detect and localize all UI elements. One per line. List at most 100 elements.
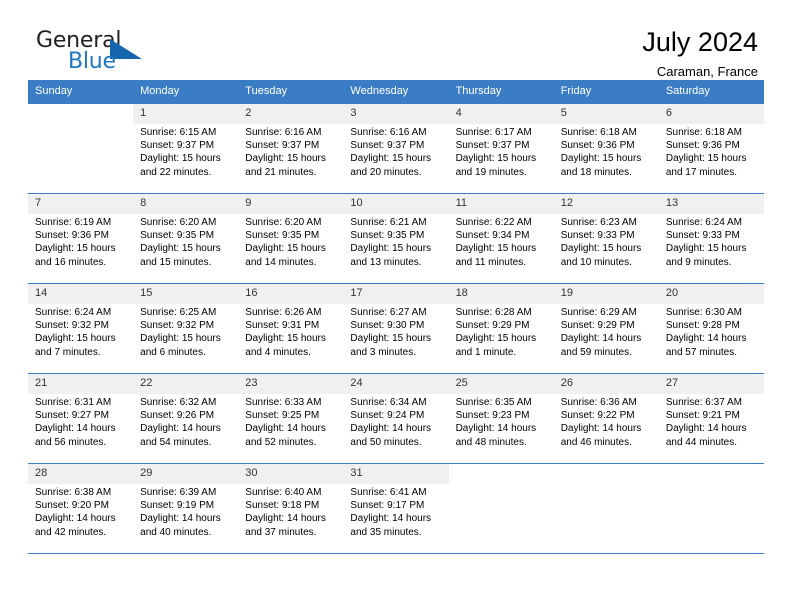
daylight-text-line2: and 17 minutes.: [665, 166, 738, 178]
daylight-text-line2: and 52 minutes.: [245, 436, 317, 448]
daylight-text-line2: and 19 minutes.: [455, 166, 527, 178]
calendar-day-cell[interactable]: 21 Sunrise: 6:31 AM Sunset: 9:27 PM Dayligh…: [28, 373, 134, 464]
day-number: 11: [448, 194, 554, 214]
day-number: 15: [133, 284, 239, 304]
day-details: [28, 124, 133, 126]
daylight-text-line1: Daylight: 15 hours: [245, 243, 326, 255]
day-details: Sunrise: 6:17 AM Sunset: 9:37 PM Daylight:…: [449, 124, 554, 179]
weekday-header-friday: Friday: [553, 80, 659, 104]
sunset-text: Sunset: 9:18 PM: [245, 500, 320, 512]
general-blue-logo: General Blue: [36, 26, 156, 78]
sunset-text: Sunset: 9:17 PM: [350, 500, 425, 512]
calendar-day-cell[interactable]: 17 Sunrise: 6:27 AM Sunset: 9:30 PM Dayligh…: [343, 283, 449, 374]
daylight-text-line2: and 4 minutes.: [245, 346, 311, 358]
sunrise-text: Sunrise: 6:19 AM: [35, 217, 112, 228]
sunset-text: Sunset: 9:22 PM: [560, 410, 635, 422]
calendar-day-cell[interactable]: 9 Sunrise: 6:20 AM Sunset: 9:35 PM Daylight…: [238, 193, 344, 284]
calendar-day-cell[interactable]: 11 Sunrise: 6:22 AM Sunset: 9:34 PM Dayligh…: [448, 193, 554, 284]
calendar-day-cell[interactable]: 25 Sunrise: 6:35 AM Sunset: 9:23 PM Dayligh…: [448, 373, 554, 464]
sunset-text: Sunset: 9:37 PM: [455, 140, 530, 152]
calendar-day-cell[interactable]: 8 Sunrise: 6:20 AM Sunset: 9:35 PM Daylight…: [133, 193, 239, 284]
day-details: Sunrise: 6:34 AM Sunset: 9:24 PM Daylight:…: [343, 394, 448, 449]
sunset-text: Sunset: 9:33 PM: [665, 230, 740, 242]
calendar-day-cell[interactable]: 15 Sunrise: 6:25 AM Sunset: 9:32 PM Dayligh…: [133, 283, 239, 374]
calendar-body: 1 Sunrise: 6:15 AM Sunset: 9:37 PM Daylight…: [28, 103, 764, 554]
daylight-text-line2: and 9 minutes.: [665, 256, 732, 268]
day-number: 22: [133, 374, 239, 394]
daylight-text-line2: and 1 minute.: [455, 346, 517, 358]
calendar-day-cell[interactable]: 1 Sunrise: 6:15 AM Sunset: 9:37 PM Daylight…: [133, 103, 239, 194]
calendar-day-cell[interactable]: 30 Sunrise: 6:40 AM Sunset: 9:18 PM Dayligh…: [238, 463, 344, 554]
day-details: Sunrise: 6:38 AM Sunset: 9:20 PM Daylight:…: [28, 484, 133, 539]
calendar-day-cell[interactable]: 4 Sunrise: 6:17 AM Sunset: 9:37 PM Daylight…: [448, 103, 554, 194]
daylight-text-line2: and 7 minutes.: [35, 346, 101, 358]
weekday-header-saturday: Saturday: [658, 80, 764, 104]
sunrise-text: Sunrise: 6:33 AM: [245, 397, 322, 408]
daylight-text-line1: Daylight: 15 hours: [140, 243, 221, 255]
calendar-day-cell[interactable]: 13 Sunrise: 6:24 AM Sunset: 9:33 PM Dayligh…: [658, 193, 764, 284]
calendar-day-cell[interactable]: 20 Sunrise: 6:30 AM Sunset: 9:28 PM Dayligh…: [658, 283, 764, 374]
calendar-day-cell[interactable]: 24 Sunrise: 6:34 AM Sunset: 9:24 PM Dayligh…: [343, 373, 449, 464]
calendar-day-cell[interactable]: 18 Sunrise: 6:28 AM Sunset: 9:29 PM Dayligh…: [448, 283, 554, 374]
weekday-header-sunday: Sunday: [28, 80, 134, 104]
calendar-day-cell[interactable]: 2 Sunrise: 6:16 AM Sunset: 9:37 PM Daylight…: [238, 103, 344, 194]
calendar-day-cell[interactable]: 6 Sunrise: 6:18 AM Sunset: 9:36 PM Daylight…: [658, 103, 764, 194]
sunset-text: Sunset: 9:37 PM: [140, 140, 215, 152]
day-details: Sunrise: 6:27 AM Sunset: 9:30 PM Daylight:…: [343, 304, 448, 359]
page-title: July 2024: [642, 27, 758, 57]
day-details: Sunrise: 6:23 AM Sunset: 9:33 PM Daylight:…: [554, 214, 659, 269]
calendar-day-cell[interactable]: 16 Sunrise: 6:26 AM Sunset: 9:31 PM Dayligh…: [238, 283, 344, 374]
calendar-day-cell[interactable]: 10 Sunrise: 6:21 AM Sunset: 9:35 PM Dayligh…: [343, 193, 449, 284]
weekday-header-tuesday: Tuesday: [238, 80, 344, 104]
sunrise-text: Sunrise: 6:21 AM: [350, 217, 427, 228]
sunset-text: Sunset: 9:36 PM: [665, 140, 740, 152]
sunrise-text: Sunrise: 6:25 AM: [140, 307, 217, 318]
sunrise-text: Sunrise: 6:35 AM: [455, 397, 532, 408]
day-details: Sunrise: 6:20 AM Sunset: 9:35 PM Daylight:…: [238, 214, 343, 269]
day-details: [449, 484, 554, 486]
sunrise-text: Sunrise: 6:24 AM: [35, 307, 112, 318]
daylight-text-line1: Daylight: 14 hours: [140, 513, 221, 525]
sunrise-text: Sunrise: 6:39 AM: [140, 487, 217, 498]
calendar-day-cell[interactable]: 22 Sunrise: 6:32 AM Sunset: 9:26 PM Dayligh…: [133, 373, 239, 464]
sunset-text: Sunset: 9:37 PM: [350, 140, 425, 152]
day-details: Sunrise: 6:41 AM Sunset: 9:17 PM Daylight:…: [343, 484, 448, 539]
calendar-day-cell[interactable]: 28 Sunrise: 6:38 AM Sunset: 9:20 PM Dayligh…: [28, 463, 134, 554]
day-details: Sunrise: 6:18 AM Sunset: 9:36 PM Daylight:…: [659, 124, 764, 179]
daylight-text-line1: Daylight: 14 hours: [140, 423, 221, 435]
daylight-text-line1: Daylight: 15 hours: [560, 243, 642, 255]
calendar-day-cell[interactable]: 12 Sunrise: 6:23 AM Sunset: 9:33 PM Dayligh…: [553, 193, 659, 284]
calendar-day-cell[interactable]: 23 Sunrise: 6:33 AM Sunset: 9:25 PM Dayligh…: [238, 373, 344, 464]
day-details: Sunrise: 6:31 AM Sunset: 9:27 PM Daylight:…: [28, 394, 133, 449]
day-details: Sunrise: 6:18 AM Sunset: 9:36 PM Daylight:…: [554, 124, 659, 179]
day-number: [658, 464, 764, 484]
day-number: [28, 104, 134, 124]
calendar-day-cell[interactable]: 14 Sunrise: 6:24 AM Sunset: 9:32 PM Dayligh…: [28, 283, 134, 374]
sunset-text: Sunset: 9:35 PM: [245, 230, 320, 242]
sunset-text: Sunset: 9:33 PM: [560, 230, 635, 242]
page-header: General Blue July 2024 Caraman, France: [28, 0, 764, 79]
daylight-text-line1: Daylight: 15 hours: [350, 333, 432, 345]
calendar-week-row: 14 Sunrise: 6:24 AM Sunset: 9:32 PM Dayligh…: [28, 283, 764, 374]
calendar-day-cell[interactable]: 31 Sunrise: 6:41 AM Sunset: 9:17 PM Dayligh…: [343, 463, 449, 554]
sunrise-text: Sunrise: 6:32 AM: [140, 397, 217, 408]
daylight-text-line1: Daylight: 14 hours: [350, 513, 432, 525]
daylight-text-line2: and 18 minutes.: [560, 166, 632, 178]
sunrise-text: Sunrise: 6:27 AM: [350, 307, 427, 318]
daylight-text-line2: and 11 minutes.: [455, 256, 526, 268]
daylight-text-line1: Daylight: 14 hours: [350, 423, 432, 435]
sunrise-text: Sunrise: 6:26 AM: [245, 307, 322, 318]
calendar-day-cell[interactable]: 29 Sunrise: 6:39 AM Sunset: 9:19 PM Dayligh…: [133, 463, 239, 554]
calendar-day-cell[interactable]: 7 Sunrise: 6:19 AM Sunset: 9:36 PM Daylight…: [28, 193, 134, 284]
calendar-week-row: 1 Sunrise: 6:15 AM Sunset: 9:37 PM Daylight…: [28, 103, 764, 194]
calendar-day-cell[interactable]: 3 Sunrise: 6:16 AM Sunset: 9:37 PM Daylight…: [343, 103, 449, 194]
calendar-day-cell[interactable]: 5 Sunrise: 6:18 AM Sunset: 9:36 PM Daylight…: [553, 103, 659, 194]
day-details: [554, 484, 659, 486]
day-details: Sunrise: 6:28 AM Sunset: 9:29 PM Daylight:…: [449, 304, 554, 359]
calendar-day-cell[interactable]: 19 Sunrise: 6:29 AM Sunset: 9:29 PM Dayligh…: [553, 283, 659, 374]
calendar-day-cell[interactable]: 27 Sunrise: 6:37 AM Sunset: 9:21 PM Dayligh…: [658, 373, 764, 464]
daylight-text-line1: Daylight: 14 hours: [455, 423, 537, 435]
day-details: Sunrise: 6:33 AM Sunset: 9:25 PM Daylight:…: [238, 394, 343, 449]
calendar-day-cell[interactable]: 26 Sunrise: 6:36 AM Sunset: 9:22 PM Dayligh…: [553, 373, 659, 464]
day-number: 16: [238, 284, 344, 304]
